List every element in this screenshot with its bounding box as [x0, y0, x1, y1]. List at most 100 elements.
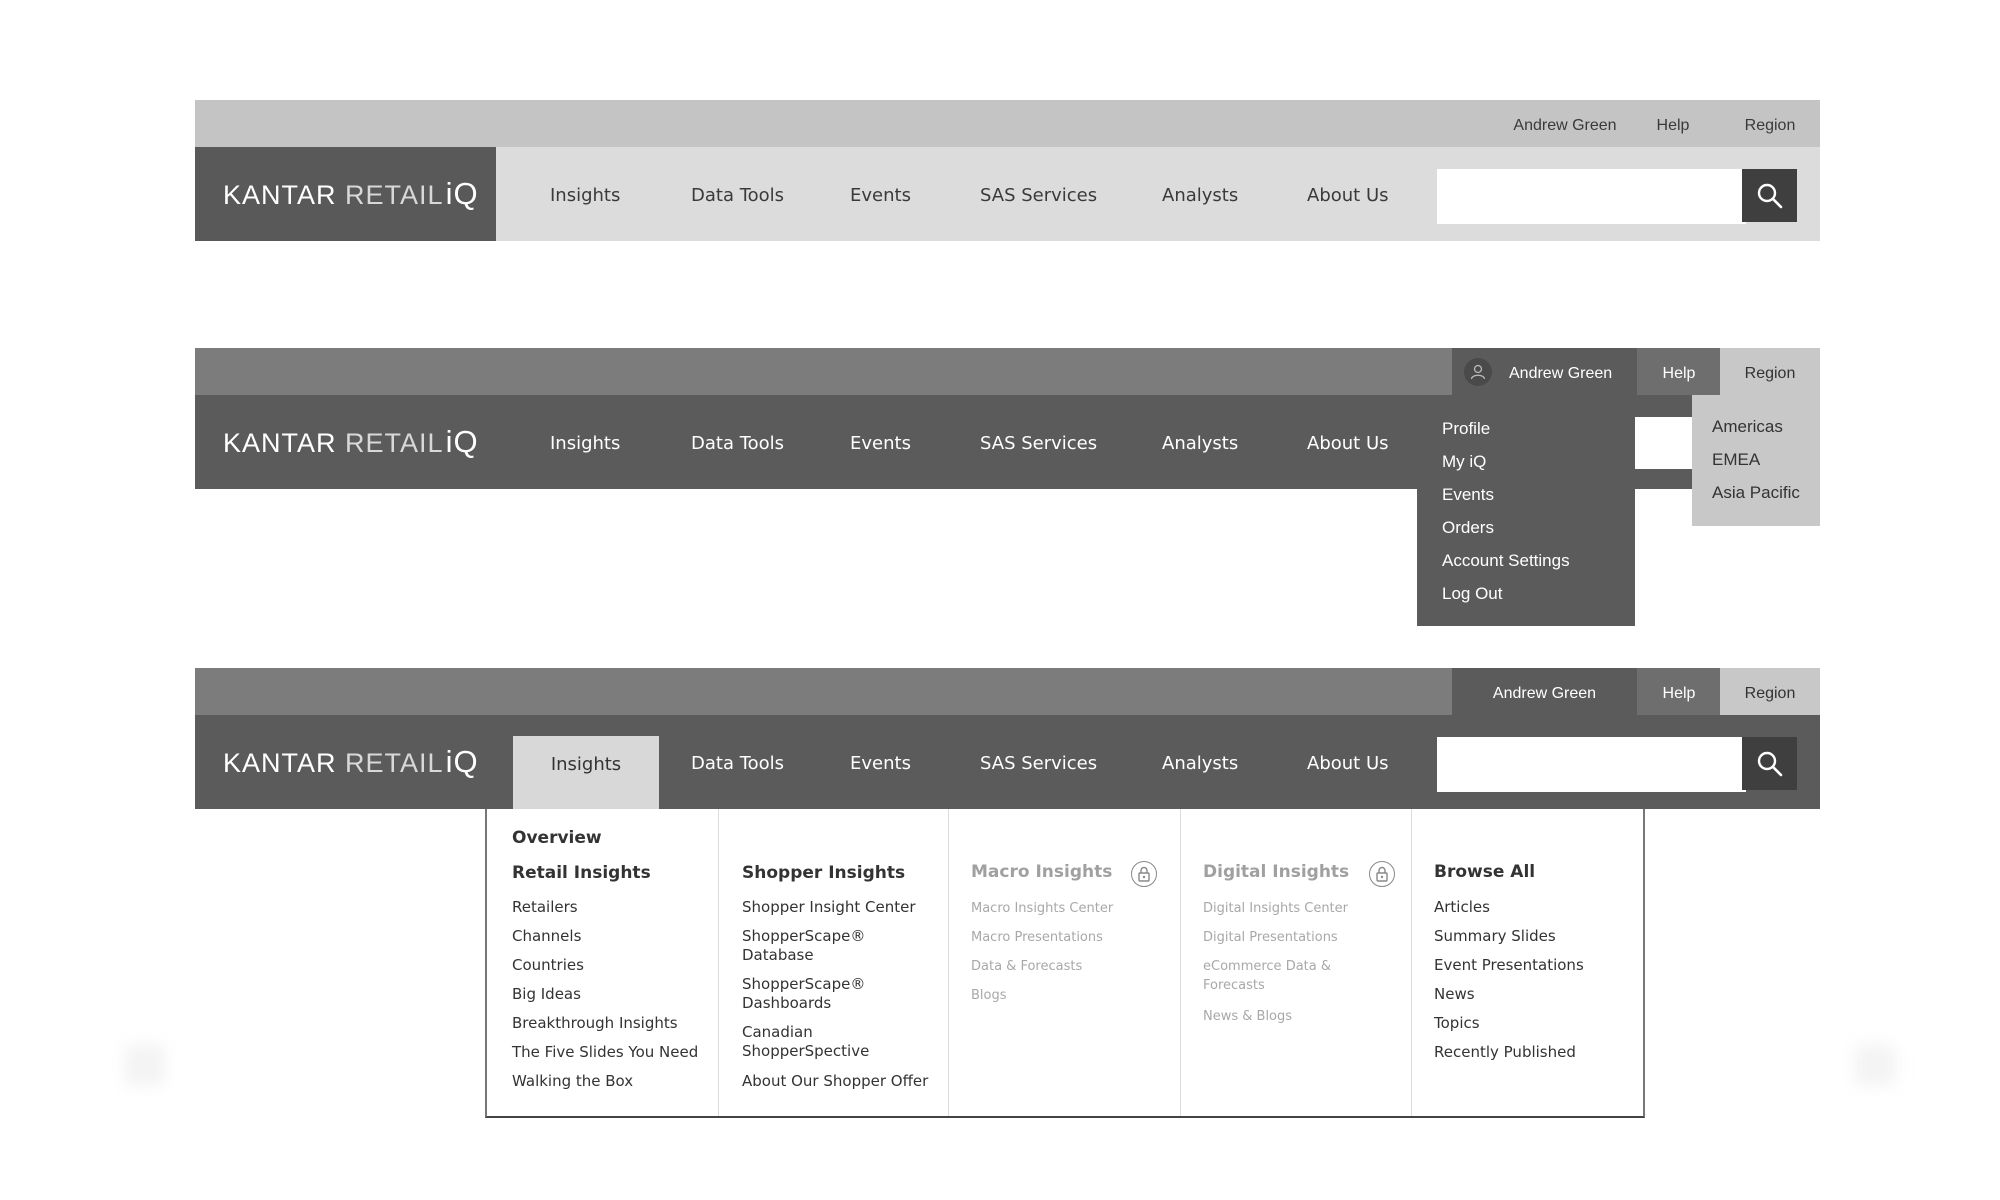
help-link[interactable]: Help — [1643, 100, 1703, 147]
mega-browse-title[interactable]: Browse All — [1434, 863, 1535, 882]
search-icon — [1757, 183, 1782, 208]
mega-link-locked: Digital Insights Center — [1203, 901, 1348, 916]
mega-link[interactable]: Articles — [1434, 898, 1490, 917]
mega-col-digital: Digital Insights Digital Insights Center… — [1180, 809, 1412, 1116]
region-item-asia-pacific[interactable]: Asia Pacific — [1712, 483, 1800, 503]
region-link[interactable]: Region — [1720, 348, 1820, 395]
mega-link[interactable]: Event Presentations — [1434, 956, 1584, 975]
user-icon — [1464, 358, 1492, 386]
search-input[interactable] — [1437, 169, 1746, 224]
mega-col-retail: Overview Retail Insights Retailers Chann… — [487, 809, 719, 1116]
header-variant-light: Andrew Green Help Region KANTAR RETAILiQ… — [195, 100, 1820, 241]
region-link[interactable]: Region — [1720, 668, 1820, 715]
mega-link-locked: Macro Insights Center — [971, 901, 1114, 916]
menu-item-log-out[interactable]: Log Out — [1442, 584, 1503, 604]
help-link[interactable]: Help — [1637, 668, 1721, 715]
logo-text-iq: iQ — [445, 176, 479, 211]
nav-data-tools[interactable]: Data Tools — [691, 715, 784, 809]
region-item-emea[interactable]: EMEA — [1712, 450, 1760, 470]
background-fade — [125, 1045, 165, 1085]
mega-link-locked: News & Blogs — [1203, 1009, 1293, 1024]
nav-insights-active-tab[interactable]: Insights — [513, 736, 659, 809]
nav-insights[interactable]: Insights — [550, 395, 620, 489]
help-link[interactable]: Help — [1637, 348, 1721, 395]
logo-text-kantar: KANTAR — [223, 748, 337, 778]
mega-retail-title[interactable]: Retail Insights — [512, 864, 651, 883]
utility-bar: Andrew Green Help Region — [195, 348, 1820, 395]
menu-item-my-iq[interactable]: My iQ — [1442, 452, 1486, 472]
mega-col-macro: Macro Insights Macro Insights Center Mac… — [948, 809, 1181, 1116]
insights-mega-menu: Overview Retail Insights Retailers Chann… — [485, 809, 1645, 1118]
logo-text-retail: RETAIL — [345, 428, 444, 458]
nav-sas-services[interactable]: SAS Services — [980, 147, 1097, 241]
user-dropdown-menu: Profile My iQ Events Orders Account Sett… — [1417, 395, 1635, 626]
mega-link[interactable]: Canadian ShopperSpective — [742, 1023, 892, 1061]
nav-about-us[interactable]: About Us — [1307, 715, 1389, 809]
nav-analysts[interactable]: Analysts — [1162, 715, 1238, 809]
lock-icon — [1131, 861, 1157, 887]
logo-text-kantar: KANTAR — [223, 180, 337, 210]
menu-item-events[interactable]: Events — [1442, 485, 1494, 505]
user-menu-toggle[interactable]: Andrew Green — [1452, 348, 1637, 395]
nav-events[interactable]: Events — [850, 147, 911, 241]
nav-insights: Insights — [550, 754, 622, 775]
mega-link[interactable]: The Five Slides You Need — [512, 1043, 698, 1062]
mega-shopper-title[interactable]: Shopper Insights — [742, 864, 905, 883]
mega-link[interactable]: Recently Published — [1434, 1043, 1576, 1062]
logo[interactable]: KANTAR RETAILiQ — [195, 395, 496, 489]
mega-link[interactable]: Retailers — [512, 898, 578, 917]
mega-link[interactable]: Channels — [512, 927, 581, 946]
mega-link[interactable]: About Our Shopper Offer — [742, 1072, 928, 1091]
nav-events[interactable]: Events — [850, 715, 911, 809]
utility-bar: Andrew Green Help Region — [195, 100, 1820, 147]
logo-text-iq: iQ — [445, 424, 479, 459]
logo-text-kantar: KANTAR — [223, 428, 337, 458]
region-dropdown-menu: Americas EMEA Asia Pacific — [1692, 395, 1820, 526]
mega-link[interactable]: Topics — [1434, 1014, 1480, 1033]
search-button[interactable] — [1742, 169, 1797, 222]
mega-link[interactable]: Breakthrough Insights — [512, 1014, 678, 1033]
mega-link-locked: Blogs — [971, 988, 1007, 1003]
search-input[interactable] — [1437, 737, 1746, 792]
nav-about-us[interactable]: About Us — [1307, 147, 1389, 241]
mega-link-locked: Data & Forecasts — [971, 959, 1083, 974]
mega-link[interactable]: Summary Slides — [1434, 927, 1556, 946]
main-nav-bar: KANTAR RETAILiQ Insights Data Tools Even… — [195, 147, 1820, 241]
mega-link[interactable]: Countries — [512, 956, 584, 975]
user-name-link[interactable]: Andrew Green — [1452, 668, 1637, 715]
mega-link[interactable]: ShopperScape® Database — [742, 927, 892, 965]
region-item-americas[interactable]: Americas — [1712, 417, 1783, 437]
mega-overview-link[interactable]: Overview — [512, 829, 602, 848]
nav-sas-services[interactable]: SAS Services — [980, 395, 1097, 489]
logo[interactable]: KANTAR RETAILiQ — [195, 715, 496, 809]
nav-analysts[interactable]: Analysts — [1162, 395, 1238, 489]
mega-macro-title: Macro Insights — [971, 862, 1113, 882]
user-name-link[interactable]: Andrew Green — [1500, 100, 1630, 147]
nav-insights[interactable]: Insights — [550, 147, 620, 241]
mega-link-locked: eCommerce Data & Forecasts — [1203, 959, 1332, 993]
main-nav-bar: KANTAR RETAILiQ Data Tools Events SAS Se… — [195, 715, 1820, 809]
utility-bar: Andrew Green Help Region — [195, 668, 1820, 715]
nav-data-tools[interactable]: Data Tools — [691, 395, 784, 489]
lock-icon — [1369, 861, 1395, 887]
search-input-partial[interactable] — [1635, 417, 1692, 469]
nav-sas-services[interactable]: SAS Services — [980, 715, 1097, 809]
mega-col-shopper: Shopper Insights Shopper Insight Center … — [718, 809, 949, 1116]
mega-link[interactable]: Big Ideas — [512, 985, 581, 1004]
mega-col-browse: Browse All Articles Summary Slides Event… — [1411, 809, 1643, 1116]
nav-analysts[interactable]: Analysts — [1162, 147, 1238, 241]
nav-events[interactable]: Events — [850, 395, 911, 489]
menu-item-profile[interactable]: Profile — [1442, 419, 1490, 439]
mega-link[interactable]: Shopper Insight Center — [742, 898, 916, 917]
mega-link[interactable]: News — [1434, 985, 1475, 1004]
search-button[interactable] — [1742, 737, 1797, 790]
menu-item-account-settings[interactable]: Account Settings — [1442, 551, 1570, 571]
region-link[interactable]: Region — [1720, 100, 1820, 147]
mega-link[interactable]: Walking the Box — [512, 1072, 633, 1091]
mega-link[interactable]: ShopperScape® Dashboards — [742, 975, 892, 1013]
search-icon — [1757, 751, 1782, 776]
logo[interactable]: KANTAR RETAILiQ — [195, 147, 496, 241]
nav-about-us[interactable]: About Us — [1307, 395, 1389, 489]
nav-data-tools[interactable]: Data Tools — [691, 147, 784, 241]
menu-item-orders[interactable]: Orders — [1442, 518, 1494, 538]
